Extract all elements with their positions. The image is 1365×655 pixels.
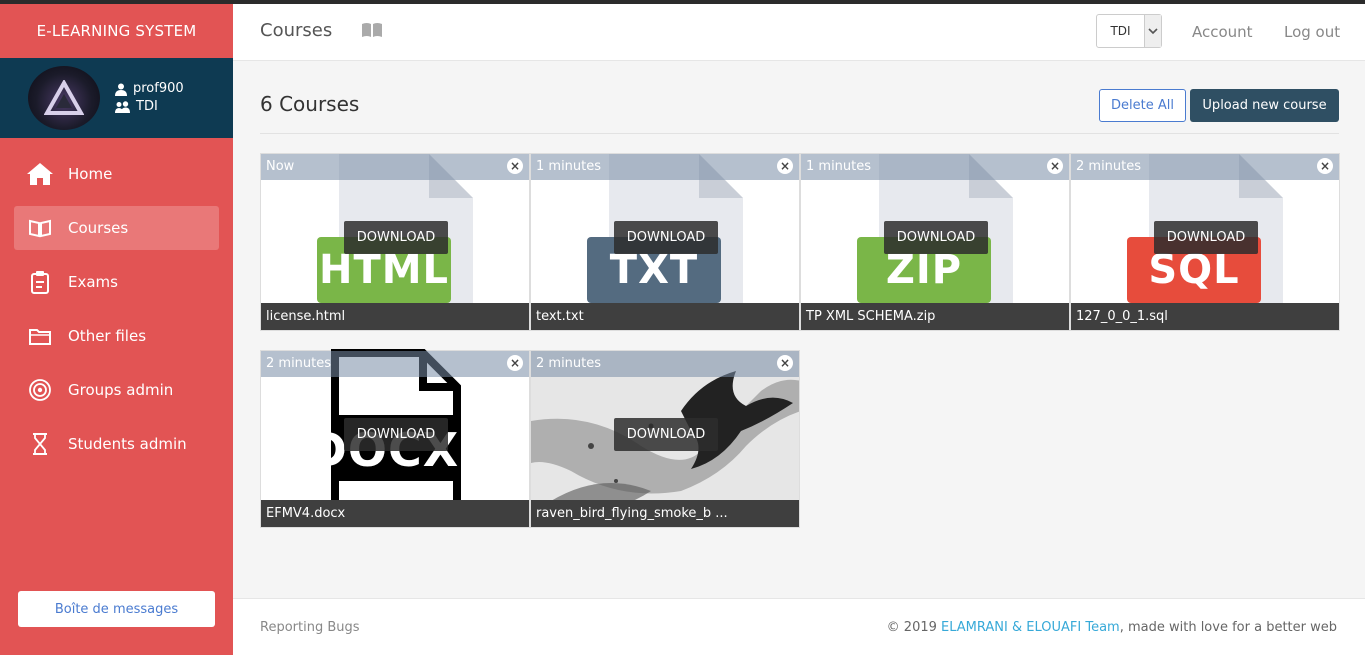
sidebar-item-label: Groups admin	[68, 381, 174, 399]
file-name: text.txt	[531, 303, 799, 330]
file-name: raven_bird_flying_smoke_b ...	[531, 500, 799, 527]
close-icon[interactable]: ×	[507, 158, 523, 174]
divider	[260, 133, 1339, 134]
copyright: © 2019 ELAMRANI & ELOUAFI Team, made wit…	[887, 620, 1337, 635]
sidebar-item-groups-admin[interactable]: Groups admin	[14, 368, 219, 412]
hourglass-icon	[26, 430, 54, 458]
sidebar-item-exams[interactable]: Exams	[14, 260, 219, 304]
download-button[interactable]: DOWNLOAD	[884, 221, 988, 254]
book-icon	[26, 214, 54, 242]
course-card[interactable]: 1 minutes × ZIP DOWNLOAD TP XML SCHEMA.z…	[800, 153, 1070, 331]
upload-course-button[interactable]: Upload new course	[1190, 89, 1339, 122]
download-button[interactable]: DOWNLOAD	[1154, 221, 1258, 254]
profile-panel: prof900 TDI	[0, 58, 233, 138]
course-card[interactable]: DOCX 2 minutes × DOWNLOAD EFMV4.docx	[260, 349, 530, 528]
close-icon[interactable]: ×	[507, 355, 523, 371]
close-icon[interactable]: ×	[1317, 158, 1333, 174]
sidebar-item-courses[interactable]: Courses	[14, 206, 219, 250]
sidebar-item-other-files[interactable]: Other files	[14, 314, 219, 358]
target-icon	[26, 376, 54, 404]
user-icon	[115, 83, 127, 96]
messages-button[interactable]: Boîte de messages	[18, 591, 215, 627]
card-time: 2 minutes	[531, 351, 799, 377]
user-name-row: prof900	[115, 80, 184, 98]
folders-icon	[26, 322, 54, 350]
download-button[interactable]: DOWNLOAD	[614, 221, 718, 254]
download-button[interactable]: DOWNLOAD	[614, 418, 718, 451]
home-icon	[26, 160, 54, 188]
sidebar-item-students-admin[interactable]: Students admin	[14, 422, 219, 466]
sidebar-item-label: Home	[68, 165, 113, 183]
clipboard-icon	[26, 268, 54, 296]
course-card[interactable]: Now × HTML DOWNLOAD license.html	[260, 153, 530, 331]
user-name: prof900	[133, 81, 184, 96]
sidebar-item-label: Students admin	[68, 435, 187, 453]
sidebar-item-label: Courses	[68, 219, 129, 237]
courses-count-title: 6 Courses	[260, 92, 360, 116]
copyright-suffix: , made with love for a better web	[1119, 620, 1337, 635]
delete-all-button[interactable]: Delete All	[1099, 89, 1186, 122]
sidebar-nav: Home Courses Exams Other files Groups ad…	[0, 152, 233, 466]
file-name: EFMV4.docx	[261, 500, 529, 527]
chevron-down-icon	[1144, 15, 1161, 47]
triangle-logo-icon	[44, 80, 84, 115]
users-icon	[115, 100, 130, 113]
file-name: TP XML SCHEMA.zip	[801, 303, 1069, 330]
card-time: 2 minutes	[1071, 154, 1339, 180]
user-group: TDI	[136, 99, 158, 114]
page-title: Courses	[260, 20, 333, 41]
file-name: license.html	[261, 303, 529, 330]
course-card[interactable]: 1 minutes × TXT DOWNLOAD text.txt	[530, 153, 800, 331]
book-open-icon	[361, 22, 383, 42]
close-icon[interactable]: ×	[777, 158, 793, 174]
course-card[interactable]: 2 minutes × SQL DOWNLOAD 127_0_0_1.sql	[1070, 153, 1340, 331]
file-name: 127_0_0_1.sql	[1071, 303, 1339, 330]
download-button[interactable]: DOWNLOAD	[344, 221, 448, 254]
user-group-row: TDI	[115, 98, 184, 116]
close-icon[interactable]: ×	[777, 355, 793, 371]
course-card[interactable]: 2 minutes × DOWNLOAD raven_bird_flying_s…	[530, 350, 800, 528]
top-header: Courses TDI Account Log out	[233, 4, 1365, 61]
account-link[interactable]: Account	[1192, 23, 1253, 41]
team-link[interactable]: ELAMRANI & ELOUAFI Team	[941, 620, 1120, 635]
sidebar-item-label: Exams	[68, 273, 118, 291]
group-select-value: TDI	[1110, 24, 1131, 38]
card-time: Now	[261, 154, 529, 180]
card-time: 1 minutes	[801, 154, 1069, 180]
avatar[interactable]	[28, 66, 100, 130]
copyright-prefix: © 2019	[886, 620, 937, 635]
footer: Reporting Bugs © 2019 ELAMRANI & ELOUAFI…	[233, 598, 1365, 655]
sidebar: E-LEARNING SYSTEM prof900 TDI Home Cours…	[0, 4, 233, 655]
card-time: 2 minutes	[261, 351, 529, 377]
close-icon[interactable]: ×	[1047, 158, 1063, 174]
brand-title: E-LEARNING SYSTEM	[36, 22, 197, 40]
logout-link[interactable]: Log out	[1284, 23, 1340, 41]
download-button[interactable]: DOWNLOAD	[344, 418, 448, 451]
sidebar-item-label: Other files	[68, 327, 147, 345]
sidebar-item-home[interactable]: Home	[14, 152, 219, 196]
group-select[interactable]: TDI	[1096, 14, 1162, 48]
card-time: 1 minutes	[531, 154, 799, 180]
reporting-bugs-link[interactable]: Reporting Bugs	[260, 620, 360, 635]
